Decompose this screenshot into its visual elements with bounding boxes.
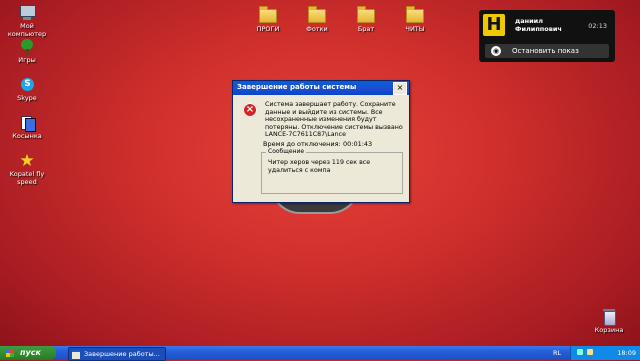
skype-icon: S (18, 76, 36, 94)
stop-sharing-label: Остановить показ (512, 47, 579, 55)
desktop-icon-kopatel[interactable]: ★ Kopatel fly speed (0, 152, 54, 186)
computer-icon (18, 4, 36, 22)
desktop-icon-label: Мой компьютер (7, 22, 47, 38)
start-label: пуск (20, 348, 41, 357)
desktop-icon-label: Skype (17, 94, 37, 102)
folder-icon (259, 6, 277, 23)
start-button[interactable]: пуск (0, 346, 56, 360)
tray-network-icon[interactable] (577, 349, 583, 355)
error-icon: × (243, 103, 257, 117)
desktop-icon-my-computer[interactable]: Мой компьютер (0, 4, 54, 38)
user-name: даниил Филиппович (515, 17, 562, 33)
folder-brat[interactable]: Брат (341, 6, 391, 33)
folder-label: ЧИТЫ (405, 25, 425, 33)
window-icon (72, 350, 80, 359)
desktop-icon-games[interactable]: Игры (0, 38, 54, 65)
folder-progi[interactable]: ПРОГИ (243, 6, 293, 33)
language-indicator[interactable]: RL (553, 349, 561, 357)
folder-icon (406, 6, 424, 23)
desktop-icon-label: Косынка (12, 132, 42, 140)
desktop-icon-label: Корзина (594, 326, 624, 334)
avatar: H (483, 14, 505, 36)
tree-icon (18, 38, 36, 56)
taskbar-item-label: Завершение работы... (84, 350, 160, 358)
folder-label: Фотки (306, 25, 328, 33)
clock: 18:09 (617, 349, 636, 357)
windows-logo-icon (6, 349, 14, 357)
folder-icon (308, 6, 326, 23)
eye-icon: ◉ (491, 46, 501, 56)
message-group: Сообщение Читер херов через 119 сек все … (261, 148, 403, 194)
dialog-message: Система завершает работу. Сохраните данн… (265, 101, 403, 138)
desktop-icon-label: Kopatel fly speed (9, 170, 45, 186)
dialog-title: Завершение работы системы (237, 83, 357, 91)
folder-label: ПРОГИ (256, 25, 280, 33)
star-icon: ★ (19, 151, 35, 171)
folder-fotki[interactable]: Фотки (292, 6, 342, 33)
dialog-titlebar[interactable]: Завершение работы системы × (233, 81, 409, 95)
screen-share-overlay: H даниил Филиппович 02:13 ◉ Остановить п… (479, 10, 615, 62)
tray-volume-icon[interactable] (587, 349, 593, 355)
desktop-icon-label: Игры (18, 56, 36, 64)
desktop-icon-skype[interactable]: S Skype (0, 76, 54, 103)
cards-icon (18, 114, 36, 132)
shutdown-dialog: Завершение работы системы × × Система за… (232, 80, 410, 203)
share-timer: 02:13 (588, 22, 607, 30)
desktop-icon-recycle-bin[interactable]: Корзина (582, 308, 636, 335)
stop-sharing-button[interactable]: ◉ Остановить показ (485, 44, 609, 58)
recycle-bin-icon (600, 308, 618, 326)
time-label: Время до отключения: (263, 140, 341, 148)
taskbar: пуск Завершение работы... RL 18:09 (0, 346, 640, 361)
folder-label: Брат (357, 25, 375, 33)
time-remaining: 00:01:43 (343, 140, 373, 148)
folder-chity[interactable]: ЧИТЫ (390, 6, 440, 33)
desktop-icon-solitaire[interactable]: Косынка (0, 114, 54, 141)
close-button[interactable]: × (393, 82, 407, 95)
group-title: Сообщение (266, 148, 307, 155)
folder-icon (357, 6, 375, 23)
system-tray: 18:09 (570, 346, 640, 360)
taskbar-item-shutdown[interactable]: Завершение работы... (68, 347, 166, 361)
group-message: Читер херов через 119 сек все удалиться … (268, 159, 371, 174)
